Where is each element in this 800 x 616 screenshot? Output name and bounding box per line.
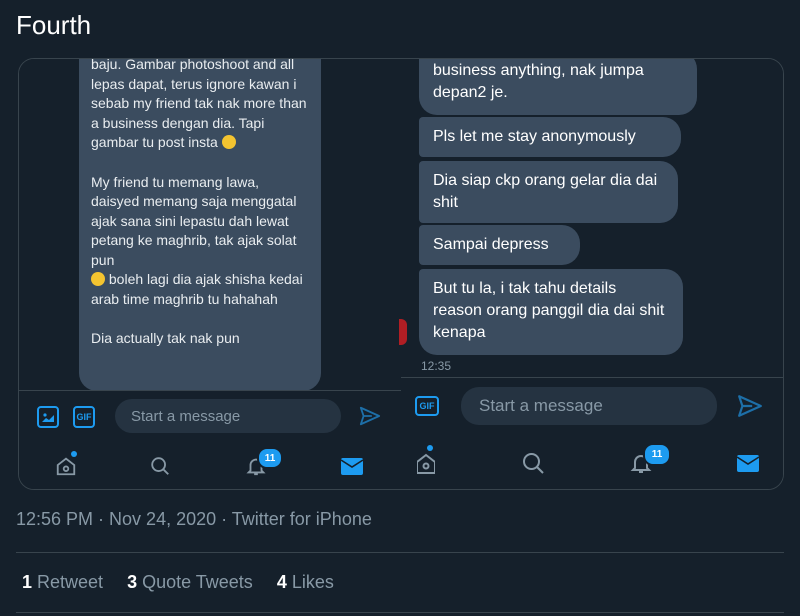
received-message-bubble: baju. Gambar photoshoot and all lepas da… bbox=[79, 58, 321, 391]
send-icon[interactable] bbox=[737, 393, 763, 419]
received-message-bubble: business anything, nak jumpa depan2 je. bbox=[419, 59, 697, 115]
message-input[interactable]: Start a message bbox=[461, 387, 717, 425]
composer-divider bbox=[401, 377, 783, 378]
dm-screenshot-left: baju. Gambar photoshoot and all lepas da… bbox=[19, 59, 401, 489]
search-icon[interactable] bbox=[521, 451, 545, 475]
gif-icon[interactable]: GIF bbox=[73, 406, 95, 428]
notification-badge: 11 bbox=[643, 443, 671, 466]
notification-badge: 11 bbox=[257, 447, 283, 469]
message-paragraph: baju. Gambar photoshoot and all lepas da… bbox=[91, 58, 307, 150]
quote-tweets-link[interactable]: 3 Quote Tweets bbox=[127, 572, 253, 593]
retweet-count-link[interactable]: 1 Retweet bbox=[22, 572, 103, 593]
message-paragraph: My friend tu memang lawa, daisyed memang… bbox=[91, 173, 297, 268]
divider bbox=[16, 612, 784, 613]
new-content-dot bbox=[71, 451, 77, 457]
messages-icon[interactable] bbox=[735, 452, 761, 474]
likes-link[interactable]: 4 Likes bbox=[277, 572, 334, 593]
laughing-emoji-icon bbox=[91, 272, 105, 286]
divider bbox=[16, 552, 784, 553]
message-input[interactable]: Start a message bbox=[115, 399, 341, 433]
image-icon[interactable] bbox=[37, 406, 59, 428]
received-message-bubble: But tu la, i tak tahu details reason ora… bbox=[419, 269, 683, 355]
tweet-media[interactable]: baju. Gambar photoshoot and all lepas da… bbox=[18, 58, 784, 490]
dm-screenshot-right: business anything, nak jumpa depan2 je. … bbox=[401, 59, 783, 489]
message-paragraph: Dia actually tak nak pun bbox=[91, 330, 240, 346]
gif-icon[interactable]: GIF bbox=[415, 396, 439, 416]
tweet-text: Fourth bbox=[16, 10, 92, 40]
received-message-bubble: Sampai depress bbox=[419, 225, 580, 265]
home-icon[interactable] bbox=[417, 451, 435, 475]
messages-icon[interactable] bbox=[340, 455, 364, 477]
tweet-timestamp[interactable]: 12:56 PM · Nov 24, 2020 · Twitter for iP… bbox=[16, 509, 372, 530]
home-icon[interactable] bbox=[55, 455, 77, 477]
cropped-object-edge bbox=[399, 319, 407, 345]
message-time: 12:35 bbox=[421, 359, 452, 373]
search-icon[interactable] bbox=[149, 455, 171, 477]
message-paragraph: boleh lagi dia ajak shisha kedai arab ti… bbox=[91, 271, 303, 307]
tweet-stats: 1 Retweet 3 Quote Tweets 4 Likes bbox=[22, 572, 334, 593]
composer-divider bbox=[19, 390, 401, 391]
received-message-bubble: Pls let me stay anonymously bbox=[419, 117, 681, 157]
received-message-bubble: Dia siap ckp orang gelar dia dai shit bbox=[419, 161, 678, 223]
new-content-dot bbox=[427, 445, 433, 451]
flushed-emoji-icon bbox=[221, 135, 236, 149]
send-icon[interactable] bbox=[359, 405, 381, 427]
